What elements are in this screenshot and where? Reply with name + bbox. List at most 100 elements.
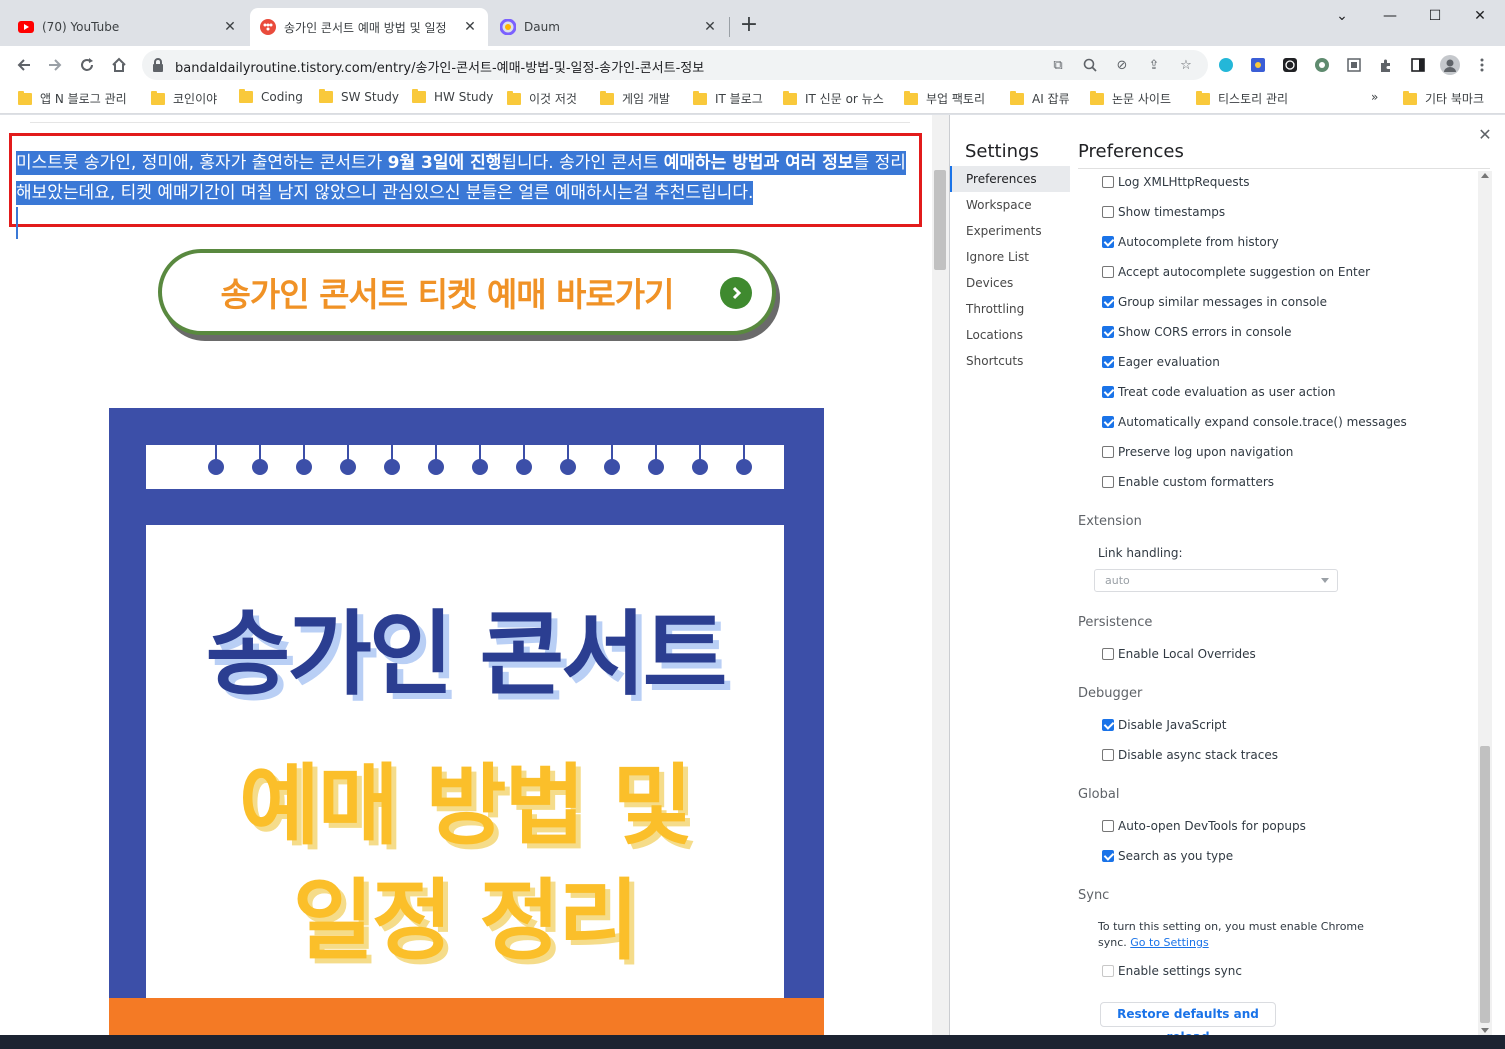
checkbox[interactable] bbox=[1102, 386, 1114, 398]
forward-button[interactable] bbox=[41, 51, 69, 79]
option-local-overrides[interactable]: Enable Local Overrides bbox=[1102, 647, 1256, 661]
checkbox[interactable] bbox=[1102, 296, 1114, 308]
tab-search-icon[interactable]: ⌄ bbox=[1322, 4, 1362, 28]
scroll-up-icon[interactable] bbox=[1481, 173, 1489, 178]
open-in-app-icon[interactable]: ⧉ bbox=[1048, 55, 1068, 75]
menu-kebab-icon[interactable] bbox=[1472, 55, 1492, 75]
go-to-settings-link[interactable]: Go to Settings bbox=[1130, 936, 1208, 949]
bookmark-folder[interactable]: 티스토리 관리 bbox=[1196, 90, 1288, 107]
openai-icon[interactable] bbox=[1280, 55, 1300, 75]
tracking-blocked-icon[interactable]: ⊘ bbox=[1112, 55, 1132, 75]
option-auto-open[interactable]: Auto-open DevTools for popups bbox=[1102, 819, 1306, 833]
nav-shortcuts[interactable]: Shortcuts bbox=[950, 348, 1070, 374]
checkbox[interactable] bbox=[1102, 236, 1114, 248]
close-icon[interactable]: ✕ bbox=[1477, 127, 1493, 143]
extensions-puzzle-icon[interactable] bbox=[1376, 55, 1396, 75]
option-accept-on-enter[interactable]: Accept autocomplete suggestion on Enter bbox=[1102, 265, 1370, 279]
scrollbar-thumb[interactable] bbox=[1480, 746, 1490, 1023]
bookmark-folder[interactable]: Coding bbox=[239, 89, 303, 104]
nav-preferences[interactable]: Preferences bbox=[950, 166, 1070, 192]
bookmark-folder[interactable]: 이것 저것 bbox=[507, 90, 577, 107]
option-disable-async[interactable]: Disable async stack traces bbox=[1102, 748, 1278, 762]
checkbox[interactable] bbox=[1102, 749, 1114, 761]
folder-icon bbox=[239, 89, 253, 103]
bookmark-folder[interactable]: 게임 개발 bbox=[600, 90, 670, 107]
bookmark-folder[interactable]: 코인이야 bbox=[151, 90, 217, 107]
option-log-xhr[interactable]: Log XMLHttpRequests bbox=[1102, 175, 1250, 189]
bookmark-star-icon[interactable]: ☆ bbox=[1176, 55, 1196, 75]
nav-experiments[interactable]: Experiments bbox=[950, 218, 1070, 244]
option-show-timestamps[interactable]: Show timestamps bbox=[1102, 205, 1225, 219]
tab-daum[interactable]: Daum ✕ bbox=[490, 8, 728, 46]
extension-5-icon[interactable] bbox=[1344, 55, 1364, 75]
profile-avatar-icon[interactable] bbox=[1440, 55, 1460, 75]
checkbox[interactable] bbox=[1102, 648, 1114, 660]
nav-ignore-list[interactable]: Ignore List bbox=[950, 244, 1070, 270]
checkbox[interactable] bbox=[1102, 850, 1114, 862]
close-tab-icon[interactable]: ✕ bbox=[222, 19, 238, 35]
bookmark-folder[interactable]: SW Study bbox=[319, 89, 399, 104]
bookmark-folder[interactable]: IT 블로그 bbox=[693, 90, 763, 107]
extension-2-icon[interactable] bbox=[1248, 55, 1268, 75]
checkbox[interactable] bbox=[1102, 176, 1114, 188]
back-button[interactable] bbox=[10, 51, 38, 79]
option-autocomplete-history[interactable]: Autocomplete from history bbox=[1102, 235, 1279, 249]
option-disable-js[interactable]: Disable JavaScript bbox=[1102, 718, 1226, 732]
option-custom-formatters[interactable]: Enable custom formatters bbox=[1102, 475, 1274, 489]
share-icon[interactable]: ⇪ bbox=[1144, 55, 1164, 75]
bookmark-folder[interactable]: IT 신문 or 뉴스 bbox=[783, 90, 884, 107]
reload-button[interactable] bbox=[73, 51, 101, 79]
extension-1-icon[interactable] bbox=[1216, 55, 1236, 75]
checkbox[interactable] bbox=[1102, 356, 1114, 368]
link-handling-select[interactable]: auto bbox=[1094, 569, 1338, 592]
checkbox[interactable] bbox=[1102, 266, 1114, 278]
zoom-icon[interactable] bbox=[1080, 55, 1100, 75]
page-scrollbar[interactable] bbox=[932, 115, 949, 1035]
bookmark-folder[interactable]: 부업 팩토리 bbox=[904, 90, 985, 107]
checkbox[interactable] bbox=[1102, 416, 1114, 428]
url-text[interactable]: bandaldailyroutine.tistory.com/entry/송가인… bbox=[175, 57, 704, 76]
checkbox[interactable] bbox=[1102, 820, 1114, 832]
nav-throttling[interactable]: Throttling bbox=[950, 296, 1070, 322]
restore-defaults-button[interactable]: Restore defaults and reload bbox=[1100, 1002, 1276, 1035]
bookmark-folder[interactable]: 논문 사이트 bbox=[1090, 90, 1171, 107]
tab-tistory[interactable]: 송가인 콘서트 예매 방법 및 일정 ✕ bbox=[250, 8, 488, 46]
checkbox[interactable] bbox=[1102, 206, 1114, 218]
checkbox[interactable] bbox=[1102, 326, 1114, 338]
nav-workspace[interactable]: Workspace bbox=[950, 192, 1070, 218]
lock-icon[interactable] bbox=[152, 57, 164, 76]
address-bar[interactable]: bandaldailyroutine.tistory.com/entry/송가인… bbox=[142, 50, 1208, 80]
option-eager-eval[interactable]: Eager evaluation bbox=[1102, 355, 1220, 369]
side-panel-icon[interactable] bbox=[1408, 55, 1428, 75]
settings-scrollbar[interactable] bbox=[1478, 171, 1492, 1035]
option-preserve-log[interactable]: Preserve log upon navigation bbox=[1102, 445, 1293, 459]
option-search-as-type[interactable]: Search as you type bbox=[1102, 849, 1233, 863]
maximize-button[interactable]: ☐ bbox=[1415, 4, 1455, 28]
checkbox[interactable] bbox=[1102, 476, 1114, 488]
nav-devices[interactable]: Devices bbox=[950, 270, 1070, 296]
close-window-button[interactable]: ✕ bbox=[1460, 4, 1500, 28]
home-button[interactable] bbox=[105, 51, 133, 79]
option-group-similar[interactable]: Group similar messages in console bbox=[1102, 295, 1327, 309]
extension-4-icon[interactable] bbox=[1312, 55, 1332, 75]
checkbox[interactable] bbox=[1102, 719, 1114, 731]
scrollbar-thumb[interactable] bbox=[934, 170, 946, 270]
bookmark-folder[interactable]: AI 잡류 bbox=[1010, 90, 1070, 107]
nav-locations[interactable]: Locations bbox=[950, 322, 1070, 348]
new-tab-button[interactable]: + bbox=[737, 14, 761, 38]
bookmark-folder[interactable]: HW Study bbox=[412, 89, 493, 104]
checkbox[interactable] bbox=[1102, 446, 1114, 458]
bookmarks-overflow-button[interactable]: » bbox=[1371, 90, 1378, 104]
close-tab-icon[interactable]: ✕ bbox=[462, 19, 478, 35]
ticket-booking-link[interactable]: 송가인 콘서트 티켓 예매 바로가기 bbox=[158, 249, 776, 335]
scroll-down-icon[interactable] bbox=[1481, 1028, 1489, 1033]
option-cors-errors[interactable]: Show CORS errors in console bbox=[1102, 325, 1292, 339]
other-bookmarks-folder[interactable]: 기타 북마크 bbox=[1403, 90, 1484, 107]
option-user-action[interactable]: Treat code evaluation as user action bbox=[1102, 385, 1336, 399]
minimize-button[interactable]: — bbox=[1370, 4, 1410, 28]
selected-paragraph[interactable]: 미스트롯 송가인, 정미애, 홍자가 출연하는 콘서트가 9월 3일에 진행됩니… bbox=[16, 148, 911, 208]
option-expand-trace[interactable]: Automatically expand console.trace() mes… bbox=[1102, 415, 1407, 429]
tab-youtube[interactable]: (70) YouTube ✕ bbox=[8, 8, 248, 46]
bookmark-folder[interactable]: 앱 N 블로그 관리 bbox=[18, 90, 127, 107]
close-tab-icon[interactable]: ✕ bbox=[702, 19, 718, 35]
